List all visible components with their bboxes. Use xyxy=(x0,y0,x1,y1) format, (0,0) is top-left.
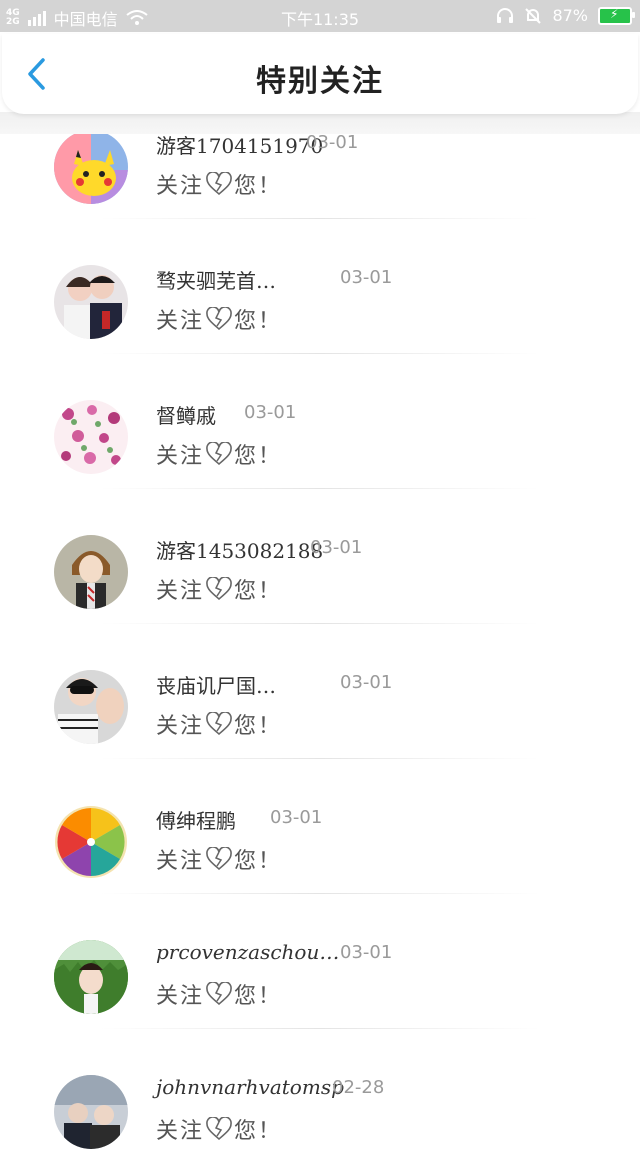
followers-list: 游客1704151970 03-01 关注 您！ 骛夹驷芜首… 03-01 关注… xyxy=(0,96,640,1176)
message-text: 您！ xyxy=(234,174,283,199)
item-date: 03-01 xyxy=(340,942,393,963)
list-item[interactable]: 傅绅程鹏 03-01 关注 您！ xyxy=(0,771,640,906)
list-item[interactable]: 游客1453082188 03-01 关注 您！ xyxy=(0,501,640,636)
battery-icon: ⚡ xyxy=(598,6,635,25)
status-bar: 4G 2G 中国电信 下午11:35 87% ⚡ xyxy=(0,0,640,32)
item-date: 03-01 xyxy=(270,807,323,828)
item-name: johnvnarhvatomsp xyxy=(156,1075,344,1099)
message-text: 您！ xyxy=(234,579,283,604)
avatar xyxy=(54,130,128,204)
divider xyxy=(100,758,540,759)
list-item[interactable]: 丧庙讥尸国… 03-01 关注 您！ xyxy=(0,636,640,771)
broken-heart-icon xyxy=(206,172,232,196)
item-date: 03-01 xyxy=(244,402,297,423)
message-text: 关注 xyxy=(156,309,205,334)
item-message: 关注 您！ xyxy=(156,573,282,605)
broken-heart-icon xyxy=(206,712,232,736)
divider xyxy=(100,488,540,489)
message-text: 关注 xyxy=(156,174,205,199)
message-text: 您！ xyxy=(234,1119,283,1144)
avatar xyxy=(54,670,128,744)
broken-heart-icon xyxy=(206,847,232,871)
message-text: 您！ xyxy=(234,714,283,739)
item-message: 关注 您！ xyxy=(156,708,282,740)
message-text: 关注 xyxy=(156,579,205,604)
broken-heart-icon xyxy=(206,1117,232,1141)
item-name: 丧庙讥尸国… xyxy=(156,674,276,698)
message-text: 您！ xyxy=(234,849,283,874)
avatar xyxy=(54,400,128,474)
item-name: 傅绅程鹏 xyxy=(156,809,236,833)
mute-bell-icon xyxy=(525,7,542,24)
item-message: 关注 您！ xyxy=(156,303,282,335)
item-date: 03-01 xyxy=(306,132,359,153)
page-title: 特别关注 xyxy=(256,64,384,99)
item-message: 关注 您！ xyxy=(156,168,282,200)
message-text: 您！ xyxy=(234,444,283,469)
header-shadow xyxy=(0,112,640,134)
divider xyxy=(100,893,540,894)
item-date: 03-01 xyxy=(340,672,393,693)
headset-icon xyxy=(497,7,514,23)
item-message: 关注 您！ xyxy=(156,1113,282,1145)
broken-heart-icon xyxy=(206,307,232,331)
item-date: 03-01 xyxy=(310,537,363,558)
message-text: 关注 xyxy=(156,444,205,469)
battery-percent: 87% xyxy=(552,6,588,25)
item-name: 督鳟戚 xyxy=(156,404,216,428)
message-text: 关注 xyxy=(156,1119,205,1144)
avatar xyxy=(54,535,128,609)
divider xyxy=(100,1028,540,1029)
divider xyxy=(100,623,540,624)
app-header: 特别关注 xyxy=(2,34,638,114)
broken-heart-icon xyxy=(206,442,232,466)
list-item[interactable]: prcovenzaschou… 03-01 关注 您！ xyxy=(0,906,640,1041)
avatar xyxy=(54,265,128,339)
list-item[interactable]: 骛夹驷芜首… 03-01 关注 您！ xyxy=(0,231,640,366)
avatar xyxy=(54,805,128,879)
message-text: 关注 xyxy=(156,849,205,874)
item-name: 游客1453082188 xyxy=(156,539,324,563)
broken-heart-icon xyxy=(206,577,232,601)
message-text: 关注 xyxy=(156,984,205,1009)
item-name: 骛夹驷芜首… xyxy=(156,269,276,293)
item-message: 关注 您！ xyxy=(156,978,282,1010)
message-text: 您！ xyxy=(234,984,283,1009)
divider xyxy=(100,218,540,219)
list-item[interactable]: johnvnarhvatomsp 02-28 关注 您！ xyxy=(0,1041,640,1176)
item-message: 关注 您！ xyxy=(156,438,282,470)
item-name: 游客1704151970 xyxy=(156,134,324,158)
message-text: 您！ xyxy=(234,309,283,334)
list-item[interactable]: 督鳟戚 03-01 关注 您！ xyxy=(0,366,640,501)
item-date: 02-28 xyxy=(332,1077,385,1098)
message-text: 关注 xyxy=(156,714,205,739)
divider xyxy=(100,353,540,354)
avatar xyxy=(54,940,128,1014)
broken-heart-icon xyxy=(206,982,232,1006)
item-message: 关注 您！ xyxy=(156,843,282,875)
item-date: 03-01 xyxy=(340,267,393,288)
item-name: prcovenzaschou… xyxy=(156,940,340,964)
